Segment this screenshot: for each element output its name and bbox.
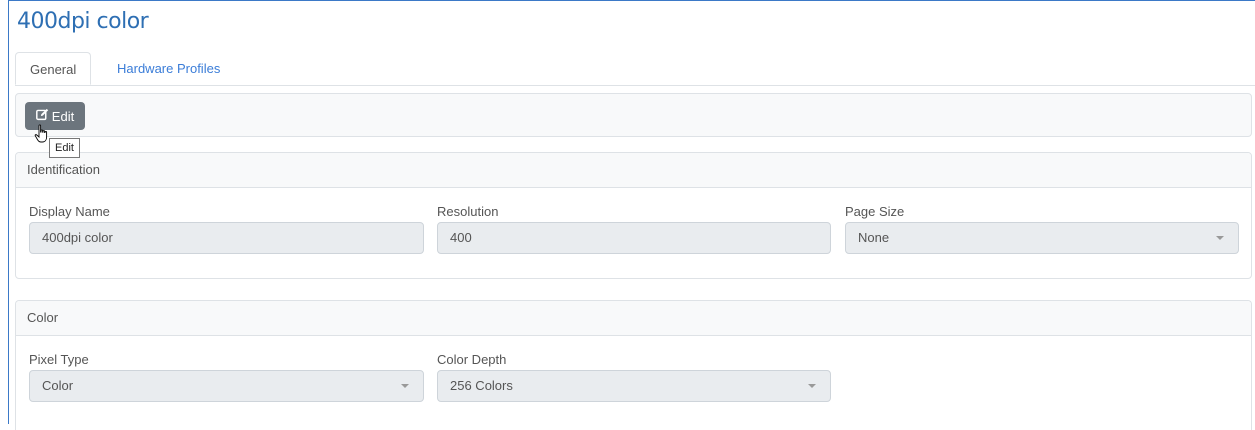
chevron-down-icon xyxy=(401,384,409,388)
frame-left-border xyxy=(8,0,9,424)
page-size-value: None xyxy=(858,230,890,245)
frame-top-border xyxy=(8,0,1255,1)
pixel-type-label: Pixel Type xyxy=(29,352,89,367)
page-size-label: Page Size xyxy=(845,204,905,219)
tab-general[interactable]: General xyxy=(15,52,92,85)
resolution-label: Resolution xyxy=(437,204,499,219)
identification-header: Identification xyxy=(16,153,1251,188)
color-header: Color xyxy=(16,301,1251,336)
pixel-type-select[interactable]: Color xyxy=(29,370,424,402)
edit-icon xyxy=(35,108,49,124)
pixel-type-value: Color xyxy=(42,378,74,393)
page-title: 400dpi color xyxy=(17,9,149,34)
chevron-down-icon xyxy=(1216,236,1224,240)
tab-hardware-profiles[interactable]: Hardware Profiles xyxy=(103,52,234,85)
resolution-field[interactable]: 400 xyxy=(437,222,831,254)
page-size-select[interactable]: None xyxy=(845,222,1239,254)
chevron-down-icon xyxy=(808,384,816,388)
tab-bar: General Hardware Profiles xyxy=(15,52,1255,86)
toolbar: Edit xyxy=(15,93,1252,137)
edit-button-label: Edit xyxy=(51,108,75,124)
display-name-label: Display Name xyxy=(29,204,110,219)
display-name-field[interactable]: 400dpi color xyxy=(29,222,424,254)
color-card: Color Pixel Type Color Color Depth 256 C… xyxy=(15,300,1252,430)
hand-cursor-icon xyxy=(34,124,50,149)
color-depth-select[interactable]: 256 Colors xyxy=(437,370,831,402)
color-depth-value: 256 Colors xyxy=(450,378,513,393)
color-depth-label: Color Depth xyxy=(437,352,507,367)
identification-card: Identification Display Name 400dpi color… xyxy=(15,152,1252,279)
edit-tooltip: Edit xyxy=(49,138,80,158)
